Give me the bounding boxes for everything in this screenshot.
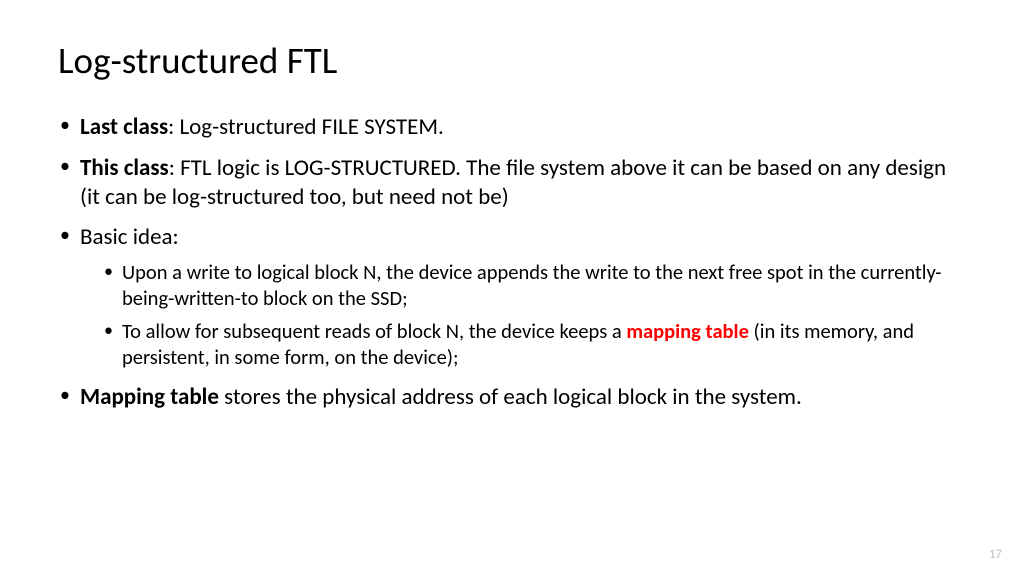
sub-bullet-item: To allow for subsequent reads of block N… bbox=[102, 319, 966, 370]
sub-bullet-text: To allow for subsequent reads of block N… bbox=[122, 318, 626, 344]
bullet-lead-bold: Last class bbox=[80, 113, 168, 141]
bullet-text: : FTL logic is LOG-STRUCTURED. The file … bbox=[80, 154, 946, 211]
bullet-text: Basic idea: bbox=[80, 223, 179, 251]
slide-title: Log-structured FTL bbox=[58, 38, 966, 83]
bullet-text: stores the physical address of each logi… bbox=[219, 383, 802, 411]
bullet-lead-bold: This class bbox=[80, 154, 169, 182]
page-number: 17 bbox=[989, 547, 1002, 562]
bullet-item: This class: FTL logic is LOG-STRUCTURED.… bbox=[58, 154, 966, 212]
sub-bullet-list: Upon a write to logical block N, the dev… bbox=[80, 260, 966, 371]
sub-bullet-item: Upon a write to logical block N, the dev… bbox=[102, 260, 966, 311]
bullet-item: Last class: Log-structured FILE SYSTEM. bbox=[58, 113, 966, 142]
sub-bullet-text: Upon a write to logical block N, the dev… bbox=[122, 259, 942, 311]
bullet-text: : Log-structured FILE SYSTEM. bbox=[168, 113, 444, 141]
bullet-item: Basic idea: Upon a write to logical bloc… bbox=[58, 223, 966, 370]
bullet-item: Mapping table stores the physical addres… bbox=[58, 383, 966, 412]
bullet-lead-bold: Mapping table bbox=[80, 383, 219, 411]
bullet-list: Last class: Log-structured FILE SYSTEM. … bbox=[58, 113, 966, 411]
highlight-term: mapping table bbox=[626, 318, 749, 344]
